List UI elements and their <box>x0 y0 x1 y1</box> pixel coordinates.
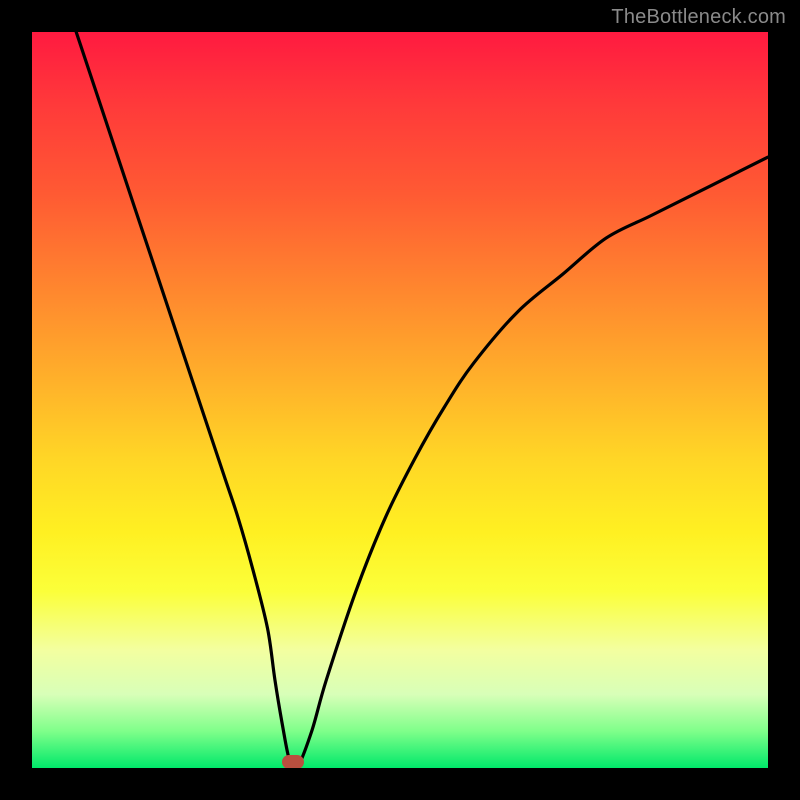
optimum-marker <box>282 755 304 768</box>
plot-area <box>32 32 768 768</box>
chart-frame: TheBottleneck.com <box>0 0 800 800</box>
bottleneck-curve <box>32 32 768 768</box>
watermark-text: TheBottleneck.com <box>611 6 786 29</box>
